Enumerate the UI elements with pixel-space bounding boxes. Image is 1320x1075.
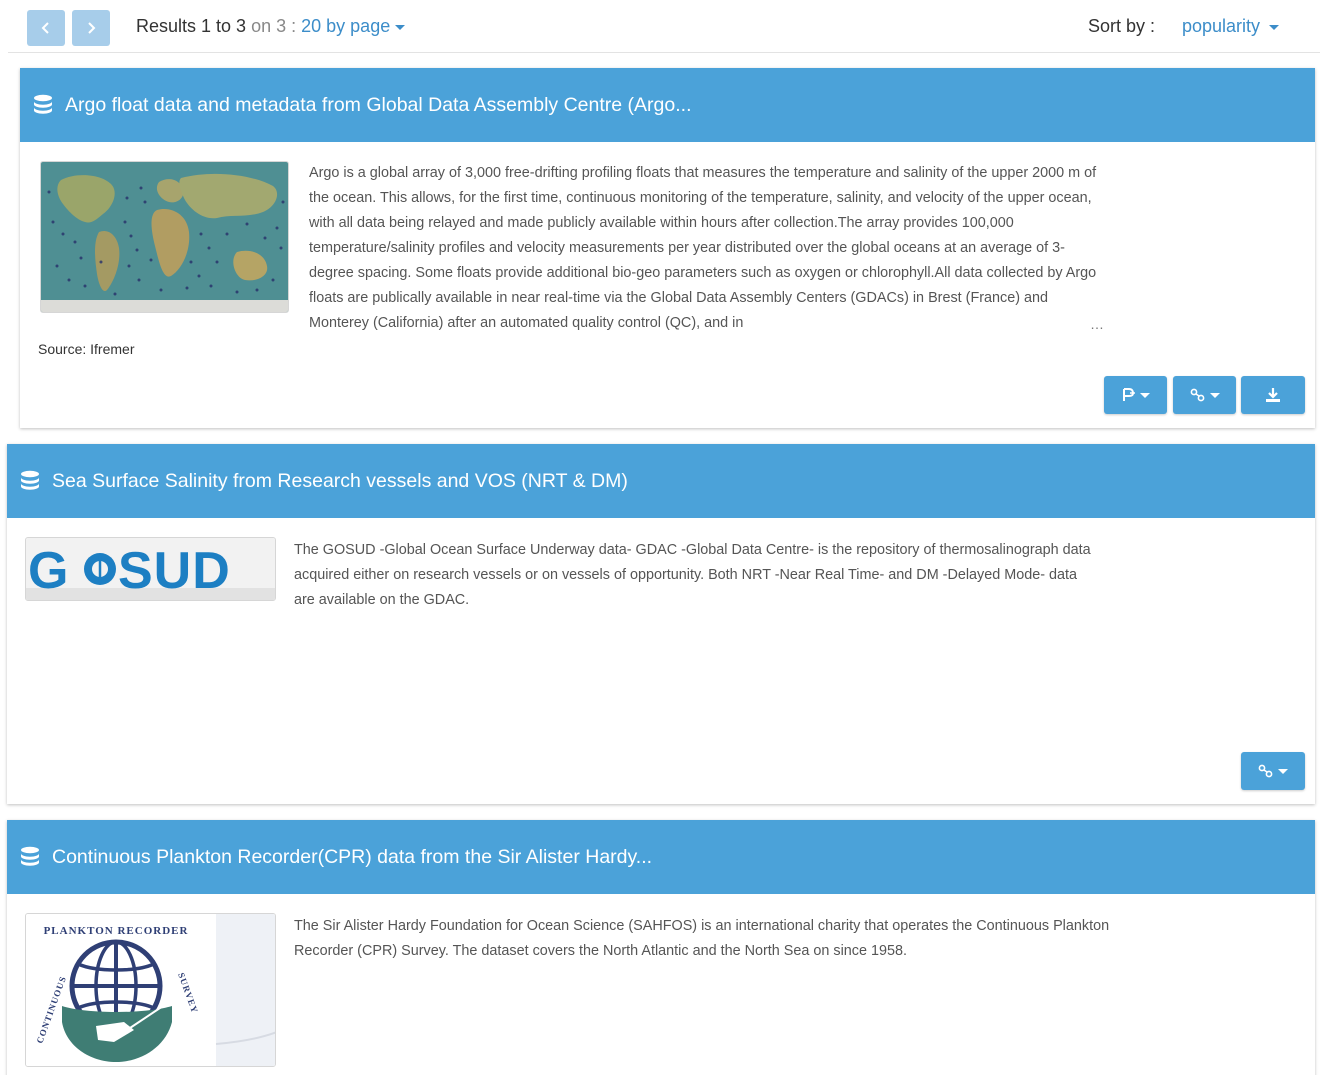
database-icon — [21, 470, 39, 490]
caret-down-icon — [1269, 24, 1280, 30]
results-toolbar: Results 1 to 3 on 3 : 20 by page Sort by… — [8, 0, 1320, 53]
result-description: Argo is a global array of 3,000 free-dri… — [309, 165, 1097, 331]
chevron-left-icon — [41, 22, 49, 34]
parameters-icon — [1122, 388, 1135, 401]
database-icon — [21, 846, 39, 866]
gosud-logo: G SUD — [26, 538, 275, 600]
result-card: Continuous Plankton Recorder(CPR) data f… — [7, 820, 1315, 1075]
result-thumbnail[interactable]: PLANKTON RECORDER CONTINUOUS SURVEY — [25, 913, 276, 1067]
result-card: Argo float data and metadata from Global… — [20, 68, 1315, 428]
description-ellipsis: … — [1090, 316, 1104, 332]
caret-down-icon — [1278, 768, 1288, 774]
results-range: Results 1 to 3 — [136, 16, 247, 36]
svg-text:PLANKTON RECORDER: PLANKTON RECORDER — [44, 925, 189, 937]
caret-down-icon — [1139, 392, 1150, 398]
result-description: The GOSUD -Global Ocean Surface Underway… — [294, 542, 1091, 608]
result-thumbnail[interactable]: G SUD — [25, 537, 276, 601]
caret-down-icon — [395, 24, 406, 30]
caret-down-icon — [1209, 392, 1220, 398]
result-title: Continuous Plankton Recorder(CPR) data f… — [52, 845, 653, 868]
result-thumbnail[interactable] — [40, 161, 289, 313]
results-count: Results 1 to 3 on 3 : 20 by page — [136, 16, 406, 37]
result-card-header[interactable]: Continuous Plankton Recorder(CPR) data f… — [7, 820, 1315, 894]
per-page-dropdown[interactable]: 20 by page — [301, 16, 406, 36]
cpr-survey-logo: PLANKTON RECORDER CONTINUOUS SURVEY — [26, 914, 275, 1066]
result-source: Source: Ifremer — [38, 341, 135, 357]
per-page-label: 20 by page — [301, 16, 391, 36]
result-title: Sea Surface Salinity from Research vesse… — [52, 469, 628, 492]
links-icon — [1190, 388, 1204, 402]
result-description: The Sir Alister Hardy Foundation for Oce… — [294, 918, 1110, 959]
results-total: on 3 : — [251, 16, 297, 36]
links-dropdown-button[interactable] — [1241, 752, 1305, 790]
links-icon — [1258, 764, 1273, 778]
result-title: Argo float data and metadata from Global… — [65, 93, 692, 116]
svg-text:G: G — [28, 542, 69, 600]
download-button[interactable] — [1241, 376, 1305, 414]
svg-text:SUD: SUD — [118, 542, 231, 600]
previous-page-button[interactable] — [27, 10, 65, 46]
result-card-header[interactable]: Sea Surface Salinity from Research vesse… — [7, 444, 1315, 518]
result-card: Sea Surface Salinity from Research vesse… — [7, 444, 1315, 804]
sort-label: Sort by : — [1088, 16, 1156, 36]
links-dropdown-button[interactable] — [1173, 376, 1236, 414]
sort-value-label: popularity — [1182, 16, 1261, 36]
sort-dropdown[interactable]: popularity — [1182, 16, 1280, 37]
parameters-dropdown-button[interactable] — [1104, 376, 1167, 414]
world-map-image — [41, 162, 288, 312]
next-page-button[interactable] — [72, 10, 110, 46]
download-icon — [1266, 388, 1280, 402]
database-icon — [34, 94, 52, 114]
chevron-right-icon — [88, 22, 96, 34]
result-card-header[interactable]: Argo float data and metadata from Global… — [20, 68, 1315, 142]
